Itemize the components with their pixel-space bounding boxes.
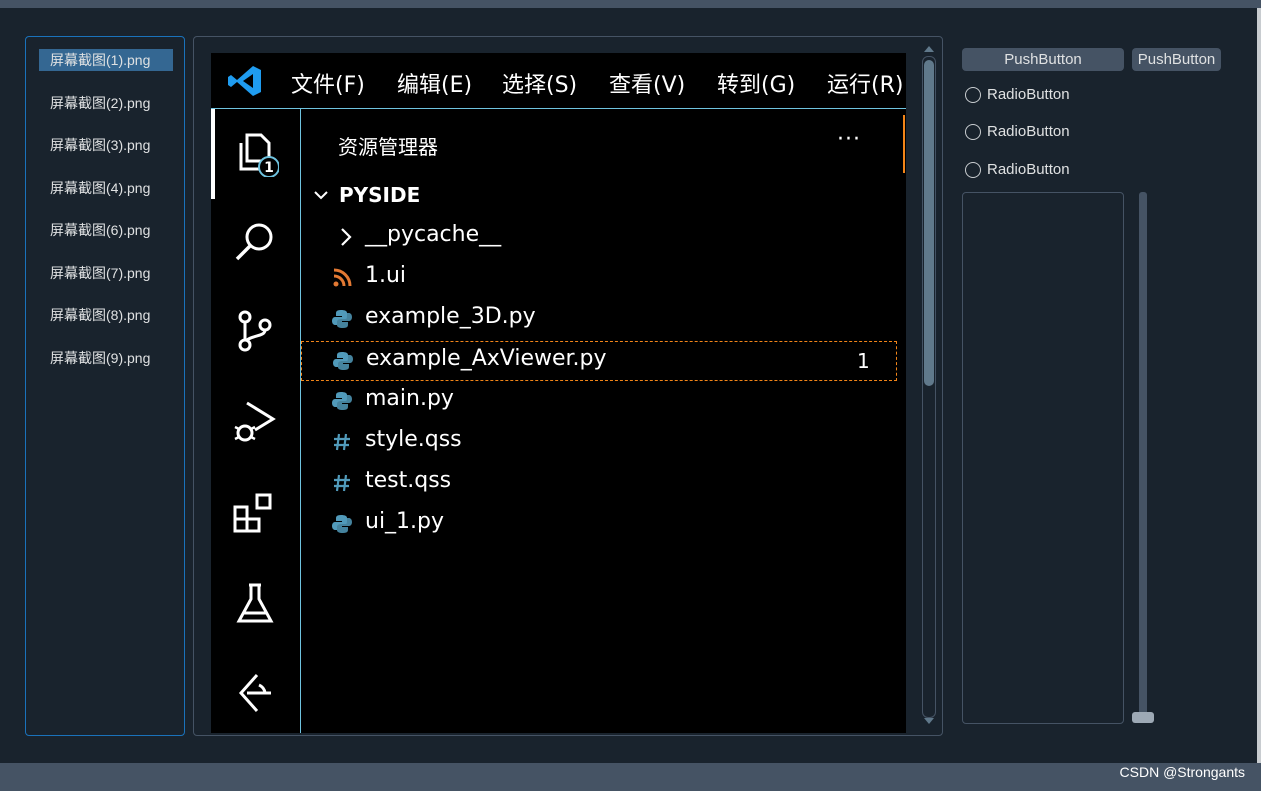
preview-menu-run: 运行(R) xyxy=(827,73,904,98)
leetcode-icon xyxy=(238,674,271,712)
tree-item-name: style.qss xyxy=(365,427,462,452)
preview-menu-file: 文件(F) xyxy=(291,73,365,98)
source-control-icon xyxy=(238,310,272,352)
extensions-icon xyxy=(233,493,272,533)
list-item[interactable]: 屏幕截图(2).png xyxy=(39,92,173,114)
testing-flask-icon xyxy=(236,583,274,623)
radio-label[interactable]: RadioButton xyxy=(987,161,1070,178)
tree-item-name: 1.ui xyxy=(365,263,407,288)
tree-item: main.py xyxy=(301,382,897,422)
vertical-slider[interactable] xyxy=(1139,192,1147,722)
active-indicator xyxy=(211,109,215,199)
radio-circle-icon[interactable] xyxy=(965,162,981,178)
hash-icon xyxy=(334,433,350,451)
preview-explorer: 资源管理器 ··· PYSIDE __pycache__ 1.ui exampl… xyxy=(300,108,906,733)
radio-label[interactable]: RadioButton xyxy=(987,86,1070,103)
preview-menu-edit: 编辑(E) xyxy=(397,73,473,98)
tree-item: __pycache__ xyxy=(301,218,897,258)
list-item[interactable]: 屏幕截图(1).png xyxy=(39,49,173,71)
list-item[interactable]: 屏幕截图(6).png xyxy=(39,219,173,241)
explorer-title: 资源管理器 xyxy=(338,135,438,159)
tree-item: test.qss xyxy=(301,464,897,504)
scroll-down-arrow-icon[interactable] xyxy=(924,718,934,724)
problem-count-badge: 1 xyxy=(857,349,870,373)
search-icon xyxy=(235,223,273,261)
tree-item-name: example_3D.py xyxy=(365,304,536,329)
tree-item-selected: example_AxViewer.py 1 xyxy=(301,341,897,381)
preview-image: 文件(F) 编辑(E) 选择(S) 查看(V) 转到(G) 运行(R) 1 资源… xyxy=(211,53,906,733)
python-icon xyxy=(332,515,352,533)
python-icon xyxy=(332,392,352,410)
file-list[interactable]: 屏幕截图(1).png 屏幕截图(2).png 屏幕截图(3).png 屏幕截图… xyxy=(25,36,185,736)
list-item[interactable]: 屏幕截图(8).png xyxy=(39,304,173,326)
preview-menu-select: 选择(S) xyxy=(502,73,578,98)
chevron-down-icon xyxy=(314,191,328,200)
list-item[interactable]: 屏幕截图(7).png xyxy=(39,262,173,284)
preview-menu-view: 查看(V) xyxy=(609,73,686,98)
tree-item-name: main.py xyxy=(365,386,454,411)
list-item[interactable]: 屏幕截图(4).png xyxy=(39,177,173,199)
tree-item-name: test.qss xyxy=(365,468,452,493)
tree-item: style.qss xyxy=(301,423,897,463)
tree-item: 1.ui xyxy=(301,259,897,299)
radio-label[interactable]: RadioButton xyxy=(987,123,1070,140)
push-button-1[interactable]: PushButton xyxy=(962,48,1124,71)
watermark: CSDN @Strongants xyxy=(1119,764,1245,780)
scroll-up-arrow-icon[interactable] xyxy=(924,46,934,52)
list-item[interactable]: 屏幕截图(3).png xyxy=(39,134,173,156)
radio-circle-icon[interactable] xyxy=(965,87,981,103)
python-icon xyxy=(332,310,352,328)
scroll-thumb[interactable] xyxy=(924,60,934,386)
tree-item: ui_1.py xyxy=(301,505,897,545)
editor-edge xyxy=(903,115,906,173)
preview-activity-bar: 1 xyxy=(211,108,300,733)
chevron-right-icon xyxy=(341,228,352,246)
title-bar xyxy=(0,0,1261,8)
tree-item-name: __pycache__ xyxy=(365,222,502,247)
text-edit[interactable] xyxy=(962,192,1124,724)
window-edge xyxy=(1257,8,1261,763)
list-item[interactable]: 屏幕截图(9).png xyxy=(39,347,173,369)
more-actions-icon: ··· xyxy=(837,127,861,152)
rss-icon xyxy=(333,268,352,287)
tree-item-name: example_AxViewer.py xyxy=(366,346,607,371)
status-bar xyxy=(0,763,1261,791)
preview-menubar: 文件(F) 编辑(E) 选择(S) 查看(V) 转到(G) 运行(R) xyxy=(211,53,906,108)
preview-menu-goto: 转到(G) xyxy=(717,73,796,98)
python-icon xyxy=(333,352,353,370)
slider-handle[interactable] xyxy=(1132,712,1154,723)
push-button-2[interactable]: PushButton xyxy=(1132,48,1221,71)
explorer-badge: 1 xyxy=(264,160,274,176)
hash-icon xyxy=(334,474,350,492)
tree-item-name: ui_1.py xyxy=(365,509,445,534)
run-debug-icon xyxy=(234,401,276,442)
files-icon: 1 xyxy=(239,133,279,177)
viewer-scrollbar[interactable] xyxy=(921,44,937,730)
vscode-logo-icon xyxy=(228,66,261,96)
tree-item: example_3D.py xyxy=(301,300,897,340)
radio-circle-icon[interactable] xyxy=(965,124,981,140)
folder-name: PYSIDE xyxy=(339,183,421,207)
